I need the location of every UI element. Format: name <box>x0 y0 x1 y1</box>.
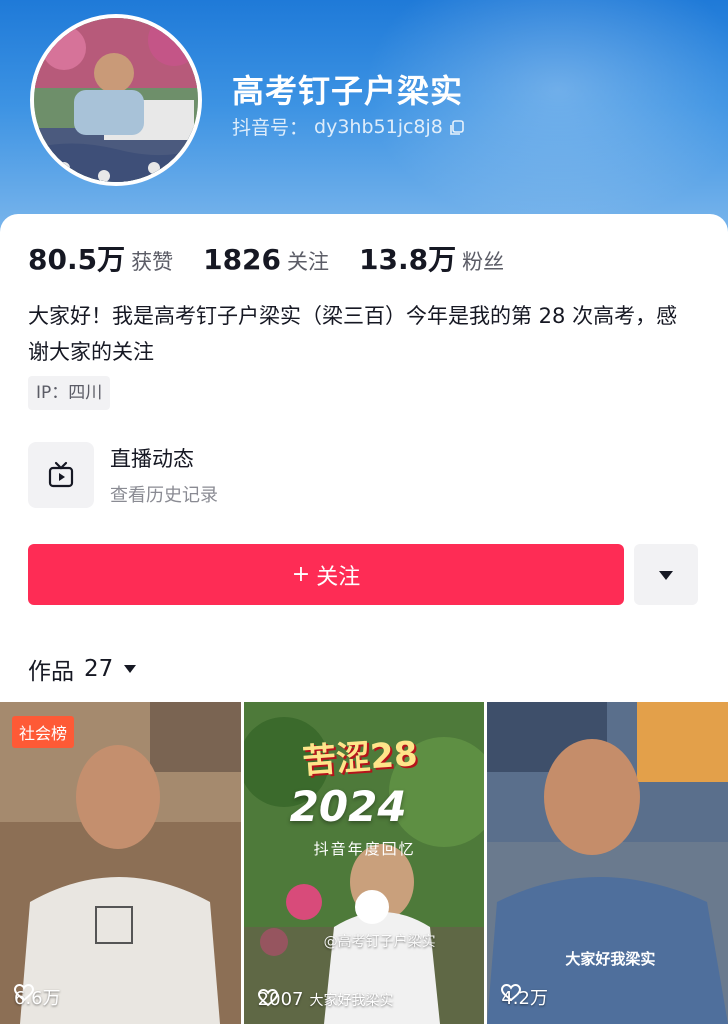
triangle-down-icon <box>659 570 673 580</box>
heart-icon <box>14 984 34 1002</box>
more-options-button[interactable] <box>634 544 698 605</box>
video-overlay-year: 2024 <box>289 782 407 831</box>
stat-likes-label: 获赞 <box>131 250 174 274</box>
video-tile[interactable]: 苦涩28 2024 抖音年度回忆 @高考钉子户梁实 2007 大家好我梁实 <box>243 702 485 1024</box>
follow-button[interactable]: + 关注 <box>28 544 624 605</box>
plus-icon: + <box>291 562 311 587</box>
ip-tag: IP：四川 <box>28 376 111 410</box>
tv-icon <box>28 442 94 508</box>
video-likes: 2007 大家好我梁实 <box>257 989 394 1010</box>
video-caption: 大家好我梁实 <box>309 992 394 1009</box>
heart-icon <box>257 989 278 1007</box>
video-grid: 社会榜 6.6万 苦涩28 2024 抖音年度回忆 @高考钉子户梁实 2007 … <box>0 702 728 1024</box>
stat-following-label: 关注 <box>287 250 330 274</box>
works-label: 作品 <box>28 659 74 685</box>
profile-username: 高考钉子户梁实 <box>232 72 464 110</box>
stat-followers[interactable]: 13.8万 粉丝 <box>359 238 504 278</box>
video-overlay-subtitle: 抖音年度回忆 <box>313 840 416 858</box>
rank-badge: 社会榜 <box>12 716 75 748</box>
bio-text: 大家好！我是高考钉子户梁实（梁三百）今年是我的第 28 次高考，感谢大家的关注 <box>28 304 678 364</box>
live-texts: 直播动态 查看历史记录 <box>110 443 218 507</box>
video-likes: 6.6万 <box>14 984 61 1010</box>
stat-followers-number: 13.8万 <box>359 243 457 276</box>
stat-following[interactable]: 1826 关注 <box>203 243 329 276</box>
copy-icon[interactable] <box>449 119 465 135</box>
stats-row: 80.5万 获赞 1826 关注 13.8万 粉丝 <box>28 238 504 278</box>
video-caption: 大家好我梁实 <box>565 950 656 968</box>
stat-following-number: 1826 <box>203 243 282 276</box>
video-tile[interactable]: 社会榜 6.6万 <box>0 702 241 1024</box>
video-thumbnail <box>0 702 241 1024</box>
profile-id: 抖音号： dy3hb51jc8j8 <box>232 113 465 140</box>
stat-followers-label: 粉丝 <box>462 250 505 274</box>
live-history-entry[interactable]: 直播动态 查看历史记录 <box>28 442 218 508</box>
heart-icon <box>501 984 522 1002</box>
works-tab[interactable]: 作品 27 <box>28 652 137 686</box>
follow-button-label: 关注 <box>316 564 361 590</box>
profile-card: 80.5万 获赞 1826 关注 13.8万 粉丝 大家好！我是高考钉子户梁实（… <box>0 214 728 1024</box>
stat-likes-number: 80.5万 <box>28 243 126 276</box>
video-tile[interactable]: 大家好我梁实 4.2万 <box>487 702 728 1024</box>
live-title: 直播动态 <box>110 447 194 471</box>
stat-likes: 80.5万 获赞 <box>28 238 173 278</box>
profile-id-value[interactable]: dy3hb51jc8j8 <box>314 116 443 138</box>
video-thumbnail <box>487 702 728 1024</box>
avatar-image <box>34 18 198 182</box>
live-subtitle: 查看历史记录 <box>110 485 218 506</box>
video-likes: 4.2万 <box>501 984 548 1010</box>
works-count: 27 <box>84 656 114 682</box>
video-watermark: @高考钉子户梁实 <box>323 934 436 950</box>
avatar[interactable] <box>30 14 202 186</box>
video-overlay-title: 苦涩28 <box>300 734 419 782</box>
chevron-down-icon <box>124 665 137 673</box>
profile-header: 高考钉子户梁实 抖音号： dy3hb51jc8j8 <box>0 0 728 236</box>
profile-id-label: 抖音号： <box>232 117 309 139</box>
